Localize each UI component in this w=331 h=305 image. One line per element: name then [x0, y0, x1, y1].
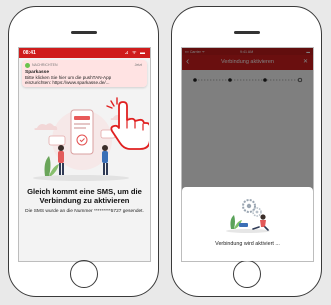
sms-heading: Gleich kommt eine SMS, um die Verbindung…: [27, 187, 142, 206]
phone-screen-sms: 08:41 ⊿ ᯤ ▬ NACHRICHTEN Jetzt Sparkasse …: [18, 47, 151, 262]
activation-illustration: [226, 199, 270, 233]
home-button[interactable]: [69, 260, 98, 288]
home-button[interactable]: [232, 260, 261, 288]
status-time: 08:41: [23, 50, 36, 56]
speaker-grille: [70, 31, 97, 34]
phone-frame-left: 08:41 ⊿ ᯤ ▬ NACHRICHTEN Jetzt Sparkasse …: [8, 6, 159, 297]
messages-app-icon: [25, 63, 30, 68]
phone-screen-activation: ▪▪▪ Carrier ᯤ 9:41 AM ▬ ‹ Verbindung akt…: [181, 47, 314, 262]
activation-status-text: Verbindung wird aktiviert ...: [215, 241, 280, 247]
notification-time: Jetzt: [134, 63, 142, 67]
notification-app-name: NACHRICHTEN: [32, 63, 58, 67]
sms-subtext: Die SMS wurde an die Nummer *********572…: [25, 209, 144, 214]
status-bar: 08:41 ⊿ ᯤ ▬: [19, 48, 150, 58]
notification-body[interactable]: Bitte klicken Sie hier um die pushTAN-Ap…: [25, 75, 137, 86]
phone-frame-right: ▪▪▪ Carrier ᯤ 9:41 AM ▬ ‹ Verbindung akt…: [171, 6, 322, 297]
activation-sheet: Verbindung wird aktiviert ...: [182, 187, 313, 261]
sms-notification[interactable]: NACHRICHTEN Jetzt Sparkasse Bitte klicke…: [22, 60, 147, 87]
tap-hand-icon: [106, 97, 149, 150]
status-icons: ⊿ ᯤ ▬: [124, 50, 146, 56]
speaker-grille: [233, 31, 260, 34]
